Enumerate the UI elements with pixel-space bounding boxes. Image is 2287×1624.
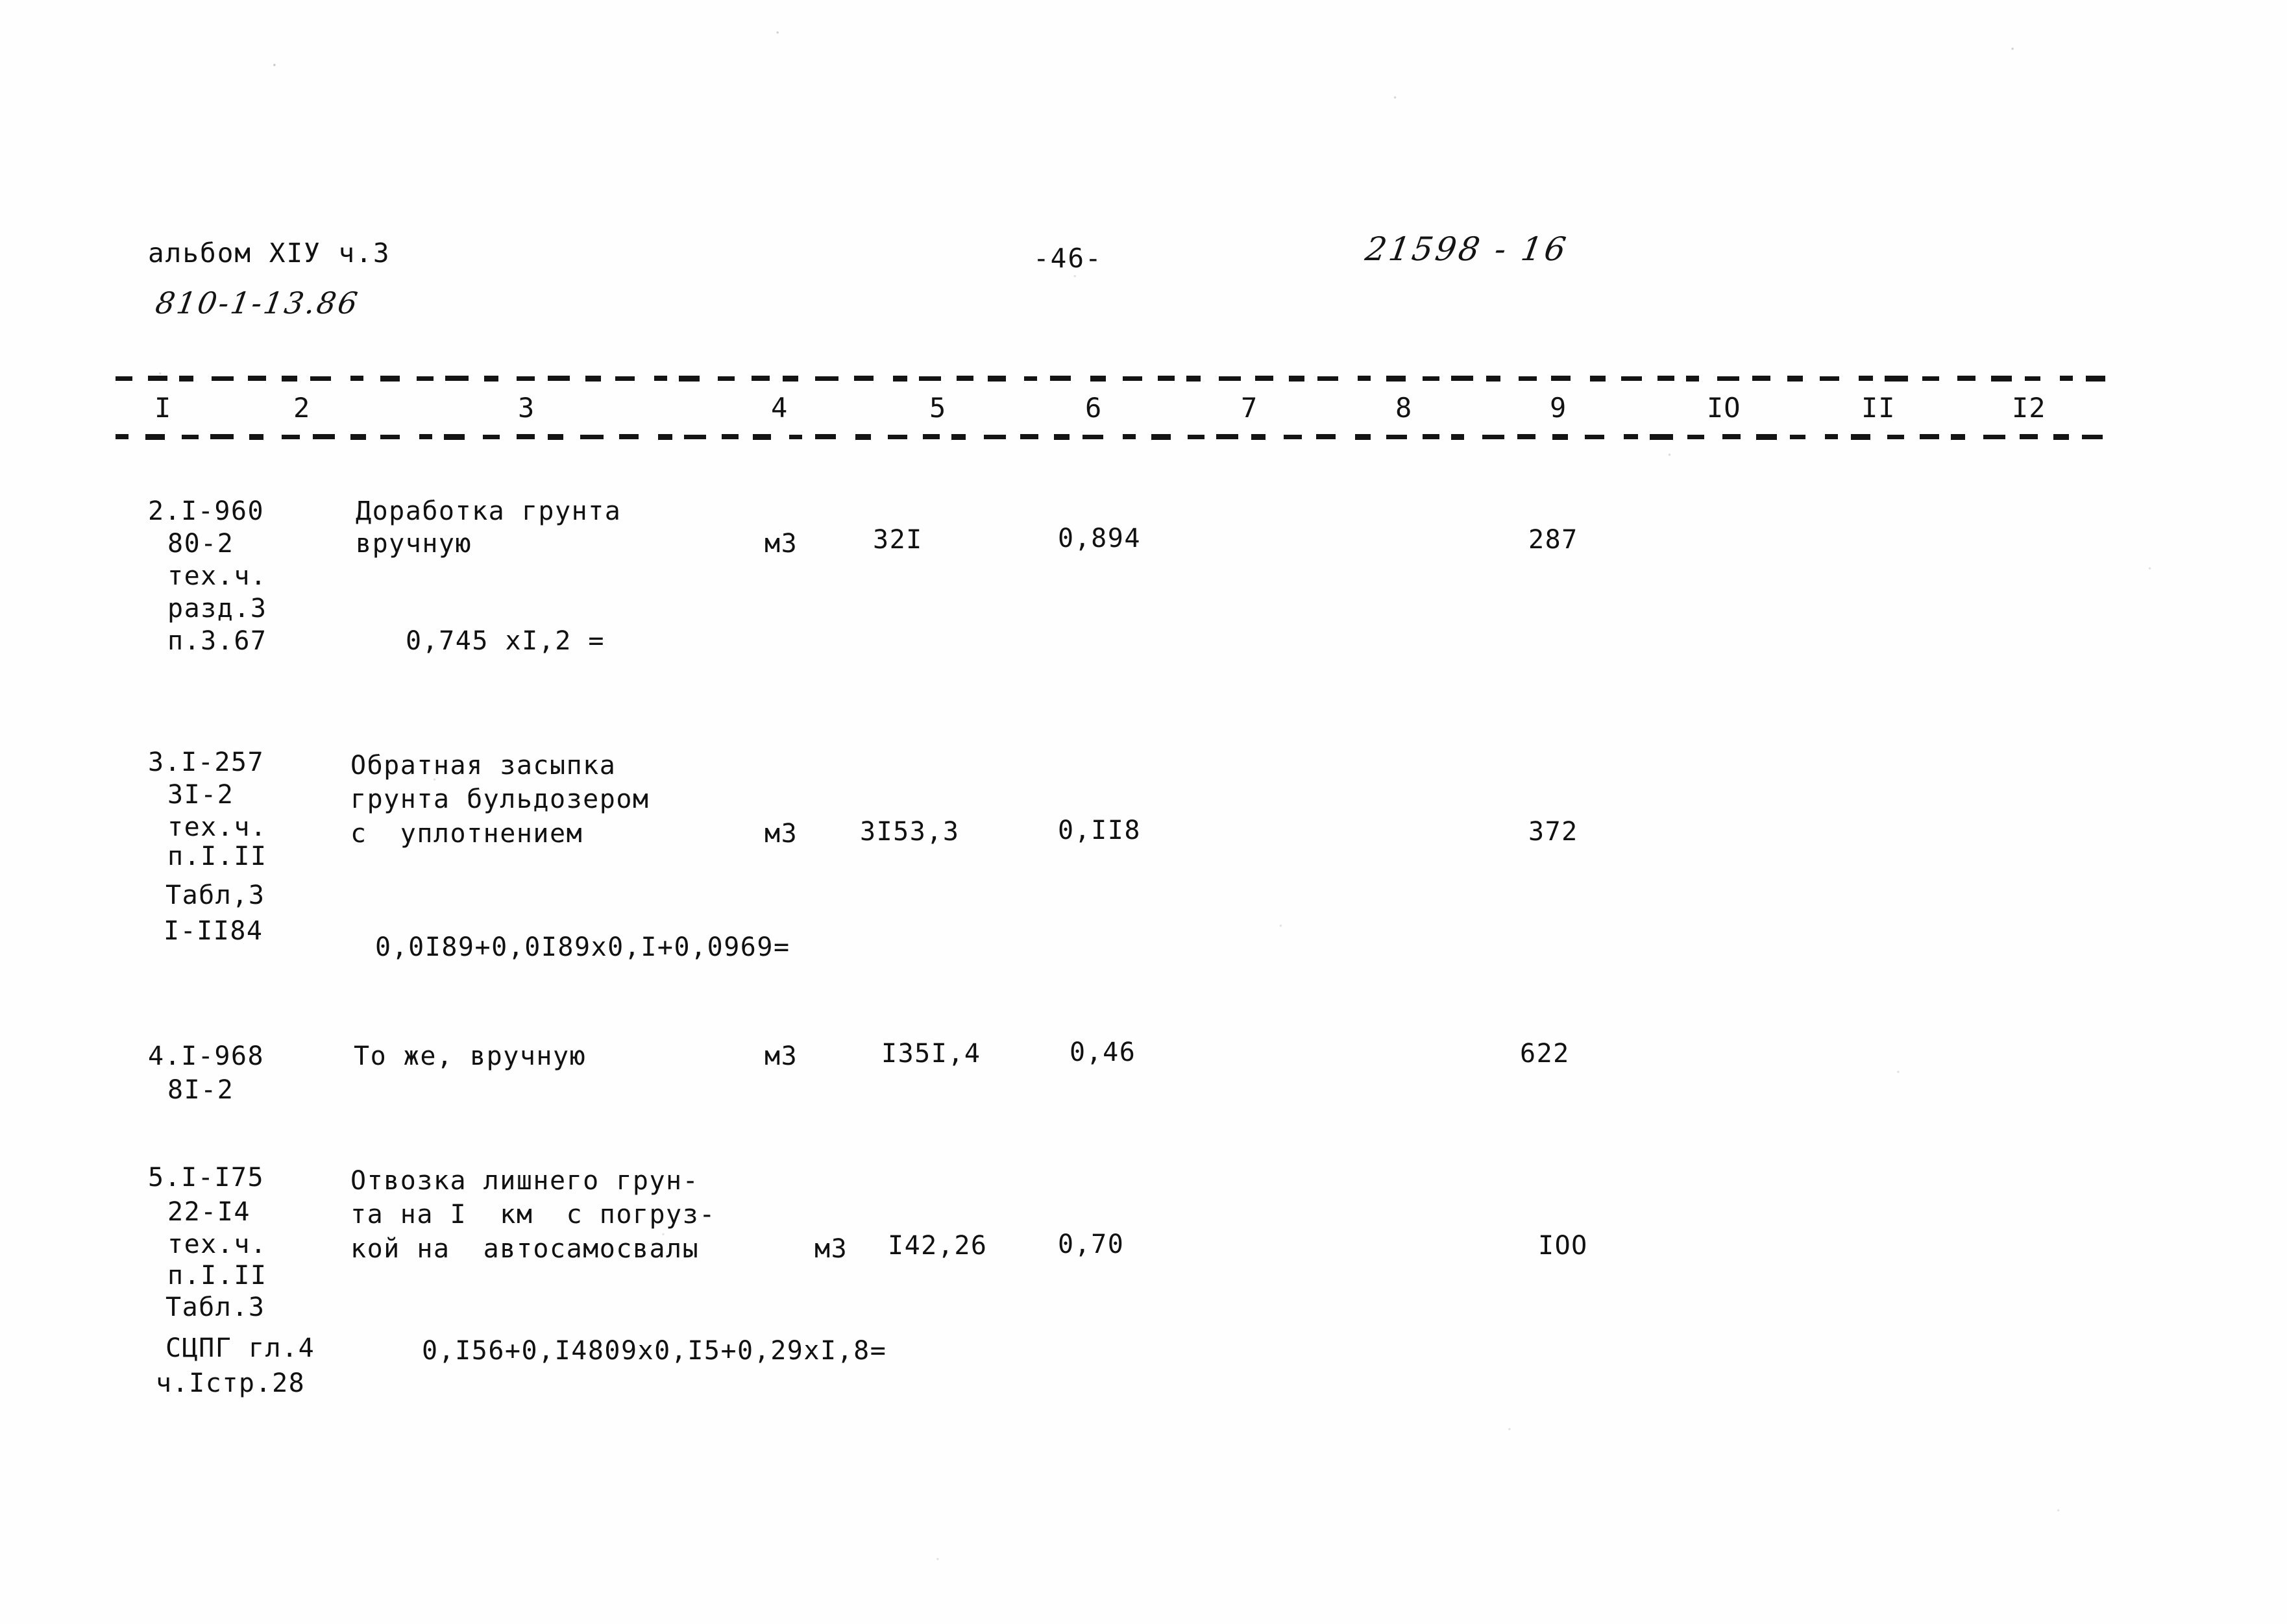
row-code-line: Табл.3 xyxy=(165,1292,265,1322)
row-total: IOO xyxy=(1538,1231,1588,1261)
row-formula: 0,0I89+0,0I89x0,I+0,0969= xyxy=(375,932,790,962)
column-number-4: 4 xyxy=(771,392,789,424)
row-norm: 0,70 xyxy=(1058,1230,1125,1259)
row-unit: м3 xyxy=(764,1041,798,1071)
row-code-line: п.3.67 xyxy=(167,626,267,656)
row-norm: 0,46 xyxy=(1070,1037,1136,1067)
row-total: 372 xyxy=(1528,817,1578,847)
row-description-line: Обратная засыпка xyxy=(350,751,617,781)
row-total: 287 xyxy=(1528,525,1578,555)
row-code-line: п.I.II xyxy=(167,1261,267,1291)
album-code-handwritten: 810-1-13.86 xyxy=(153,285,362,321)
column-number-5: 5 xyxy=(929,392,947,424)
row-code-line: 2.I-960 xyxy=(148,496,265,526)
row-formula: 0,745 xI,2 = xyxy=(406,626,605,656)
row-description-line: Доработка грунта xyxy=(356,496,622,526)
album-title: альбом XIУ ч.3 xyxy=(148,237,391,269)
row-unit: м3 xyxy=(764,819,798,849)
column-number-6: 6 xyxy=(1085,392,1103,424)
row-quantity: 3I53,3 xyxy=(860,817,960,847)
row-description-line: Отвозка лишнего грун- xyxy=(350,1166,700,1196)
row-formula: 0,I56+0,I4809x0,I5+0,29xI,8= xyxy=(422,1336,887,1366)
row-norm: 0,894 xyxy=(1058,524,1141,553)
row-description-line: с уплотнением xyxy=(350,819,583,849)
row-quantity: I42,26 xyxy=(888,1231,988,1261)
scanned-page: альбом XIУ ч.3 810-1-13.86 -46- 21598 - … xyxy=(0,0,2287,1624)
table-bottom-dashed-rule xyxy=(116,433,2114,440)
row-code-line: I-II84 xyxy=(164,916,263,946)
column-number-strip: I 2 3 4 5 6 7 8 9 IO II I2 xyxy=(0,392,2287,431)
column-number-9: 9 xyxy=(1550,392,1567,424)
row-norm: 0,II8 xyxy=(1058,816,1141,845)
column-number-7: 7 xyxy=(1241,392,1258,424)
table-top-dashed-rule xyxy=(116,375,2114,382)
row-quantity: I35I,4 xyxy=(881,1039,981,1069)
row-code-line: 80-2 xyxy=(167,529,234,559)
row-code-line: 4.I-968 xyxy=(148,1041,265,1071)
column-number-8: 8 xyxy=(1395,392,1413,424)
row-description-line: вручную xyxy=(356,529,472,559)
row-code-line: разд.3 xyxy=(167,594,267,624)
row-description-line: То же, вручную xyxy=(354,1041,587,1071)
document-number-handwritten: 21598 - 16 xyxy=(1363,230,1571,268)
row-code-line: п.I.II xyxy=(167,842,267,871)
row-code-line: 3.I-257 xyxy=(148,747,265,777)
row-unit: м3 xyxy=(814,1234,848,1264)
column-number-1: I xyxy=(154,392,172,424)
column-number-2: 2 xyxy=(293,392,311,424)
row-unit: м3 xyxy=(764,529,798,559)
row-code-line: СЦПГ гл.4 xyxy=(165,1333,315,1363)
row-description-line: кой на автосамосвалы xyxy=(350,1234,700,1264)
row-code-line: 3I-2 xyxy=(167,780,234,810)
row-total: 622 xyxy=(1520,1039,1570,1069)
row-code-line: тех.ч. xyxy=(167,812,267,842)
column-number-12: I2 xyxy=(2012,392,2046,424)
row-quantity: 32I xyxy=(873,525,923,555)
row-code-line: 22-I4 xyxy=(167,1197,251,1227)
row-description-line: грунта бульдозером xyxy=(350,784,650,814)
row-code-line: ч.Iстр.28 xyxy=(156,1368,306,1398)
row-code-line: 5.I-I75 xyxy=(148,1163,265,1193)
page-number: -46- xyxy=(1033,243,1103,274)
column-number-11: II xyxy=(1861,392,1896,424)
row-code-line: тех.ч. xyxy=(167,561,267,591)
row-code-line: 8I-2 xyxy=(167,1075,234,1105)
row-code-line: Табл,3 xyxy=(165,880,265,910)
column-number-3: 3 xyxy=(518,392,535,424)
row-description-line: та на I км с погруз- xyxy=(350,1200,716,1230)
row-code-line: тех.ч. xyxy=(167,1230,267,1259)
column-number-10: IO xyxy=(1707,392,1741,424)
